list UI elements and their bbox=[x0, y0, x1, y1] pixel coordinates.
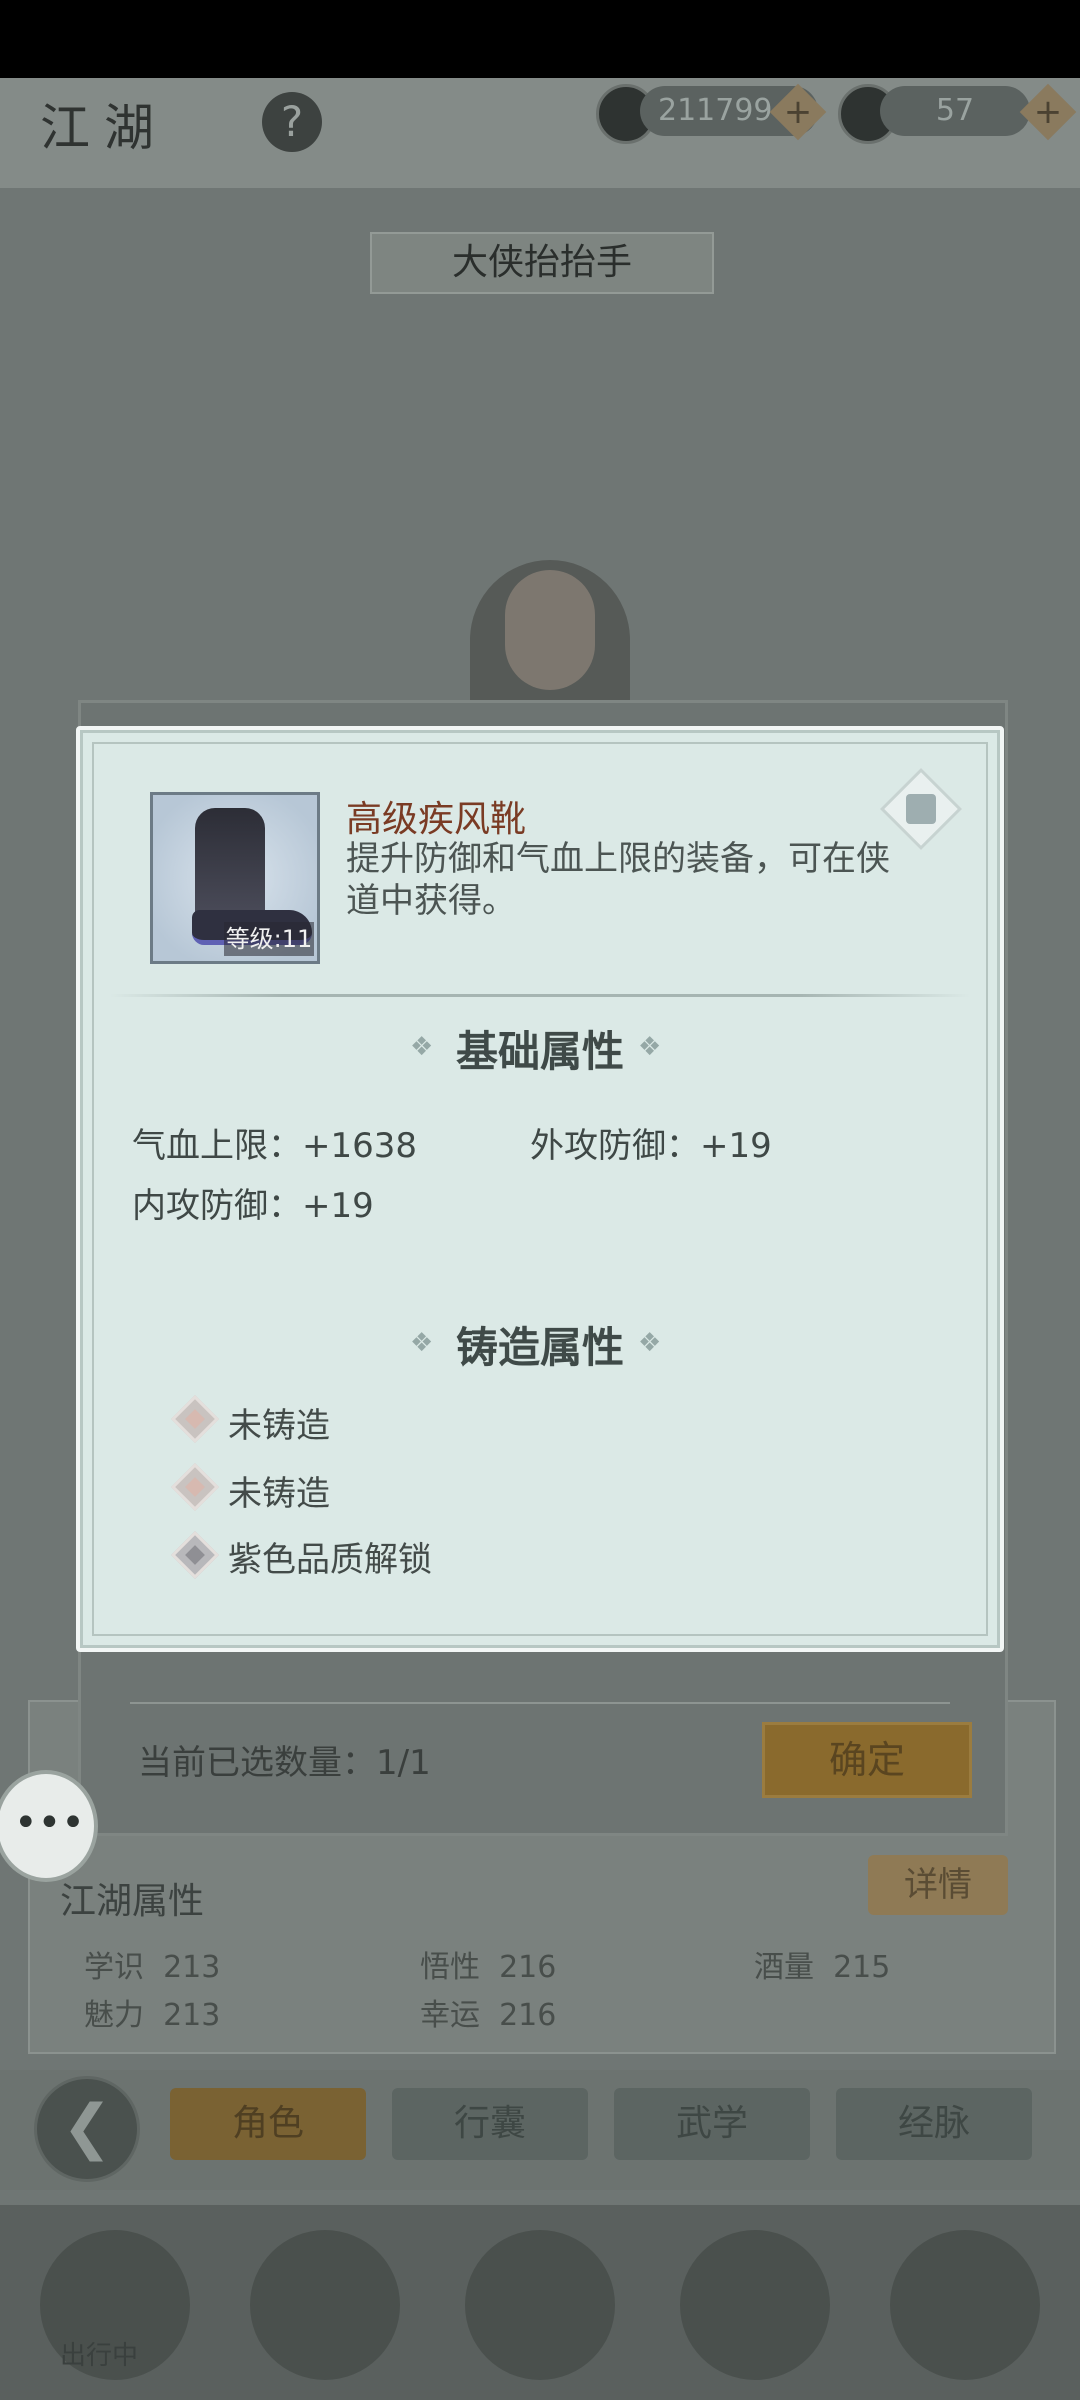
stat-outer-defense: 外攻防御：+19 bbox=[530, 1126, 772, 1166]
attr-value: 213 bbox=[163, 1998, 221, 2033]
details-button[interactable]: 详情 bbox=[868, 1855, 1008, 1915]
stat-label: 气血上限 bbox=[132, 1126, 268, 1166]
diamond-icon: ❖ bbox=[410, 1328, 434, 1358]
attr-value: 215 bbox=[833, 1950, 891, 1985]
forge-attributes-header: ❖ 铸造属性 ❖ bbox=[410, 1314, 670, 1375]
status-bar bbox=[0, 0, 1080, 78]
dock-item-3[interactable] bbox=[465, 2230, 615, 2380]
diamond-icon: ❖ bbox=[638, 1328, 662, 1358]
chat-icon: ••• bbox=[14, 1800, 85, 1846]
stat-label: 外攻防御 bbox=[530, 1126, 666, 1166]
attr-drinking: 酒量 215 bbox=[754, 1942, 890, 1986]
stat-label: 内攻防御 bbox=[132, 1186, 268, 1226]
selection-divider bbox=[130, 1702, 950, 1704]
attr-label: 幸运 bbox=[420, 1998, 480, 2033]
dock-item-4[interactable] bbox=[680, 2230, 830, 2380]
attr-value: 216 bbox=[499, 1998, 557, 2033]
item-level-badge: 等级:11 bbox=[224, 922, 314, 956]
add-coins-button[interactable]: + bbox=[769, 83, 827, 141]
stat-value: +19 bbox=[302, 1186, 374, 1226]
attr-label: 魅力 bbox=[84, 1998, 144, 2033]
ingot-count: 57 bbox=[880, 86, 1030, 136]
dock-travel-label: 出行中 bbox=[60, 2341, 139, 2371]
item-description: 提升防御和气血上限的装备，可在侠道中获得。 bbox=[346, 839, 890, 921]
tab-meridians[interactable]: 经脉 bbox=[836, 2088, 1032, 2160]
diamond-icon: ❖ bbox=[410, 1032, 434, 1062]
header-divider bbox=[110, 994, 970, 997]
stat-value: +1638 bbox=[302, 1126, 418, 1166]
screen-title: 江湖 bbox=[40, 99, 168, 157]
attr-label: 学识 bbox=[84, 1950, 144, 1985]
stat-hp-max: 气血上限：+1638 bbox=[132, 1126, 418, 1166]
forge-slot-3: 紫色品质解锁 bbox=[228, 1540, 432, 1580]
unlock-icon bbox=[906, 794, 936, 824]
jianghu-attributes-title: 江湖属性 bbox=[60, 1881, 205, 1922]
plus-icon: + bbox=[1033, 92, 1063, 132]
character-head bbox=[505, 570, 595, 690]
item-name: 高级疾风靴 bbox=[346, 799, 527, 840]
stat-value: +19 bbox=[700, 1126, 772, 1166]
forge-slot-1: 未铸造 bbox=[228, 1406, 330, 1446]
title-banner: 大侠抬抬手 bbox=[370, 232, 714, 294]
confirm-button[interactable]: 确定 bbox=[762, 1722, 972, 1798]
tab-character[interactable]: 角色 bbox=[170, 2088, 366, 2160]
base-attributes-header: ❖ 基础属性 ❖ bbox=[410, 1018, 670, 1079]
attr-label: 酒量 bbox=[754, 1950, 814, 1985]
selected-count: 当前已选数量：1/1 bbox=[138, 1743, 431, 1783]
tab-inventory[interactable]: 行囊 bbox=[392, 2088, 588, 2160]
forge-slot-2: 未铸造 bbox=[228, 1474, 330, 1514]
add-ingots-button[interactable]: + bbox=[1019, 83, 1077, 141]
back-button[interactable]: ❮ bbox=[34, 2076, 140, 2182]
base-attributes-title: 基础属性 bbox=[455, 1027, 624, 1076]
attr-insight: 悟性 216 bbox=[420, 1942, 556, 1986]
help-button[interactable]: ? bbox=[262, 92, 322, 152]
attr-label: 悟性 bbox=[420, 1950, 480, 1985]
attr-charm: 魅力 213 bbox=[84, 1990, 220, 2034]
attr-luck: 幸运 216 bbox=[420, 1990, 556, 2034]
dock-item-5[interactable] bbox=[890, 2230, 1040, 2380]
stat-inner-defense: 内攻防御：+19 bbox=[132, 1186, 374, 1226]
attr-value: 216 bbox=[499, 1950, 557, 1985]
diamond-icon: ❖ bbox=[638, 1032, 662, 1062]
attr-value: 213 bbox=[163, 1950, 221, 1985]
plus-icon: + bbox=[783, 92, 813, 132]
tab-martial-arts[interactable]: 武学 bbox=[614, 2088, 810, 2160]
forge-attributes-title: 铸造属性 bbox=[455, 1323, 624, 1372]
dock-item-2[interactable] bbox=[250, 2230, 400, 2380]
attr-knowledge: 学识 213 bbox=[84, 1942, 220, 1986]
back-arrow-icon: ❮ bbox=[61, 2092, 113, 2162]
